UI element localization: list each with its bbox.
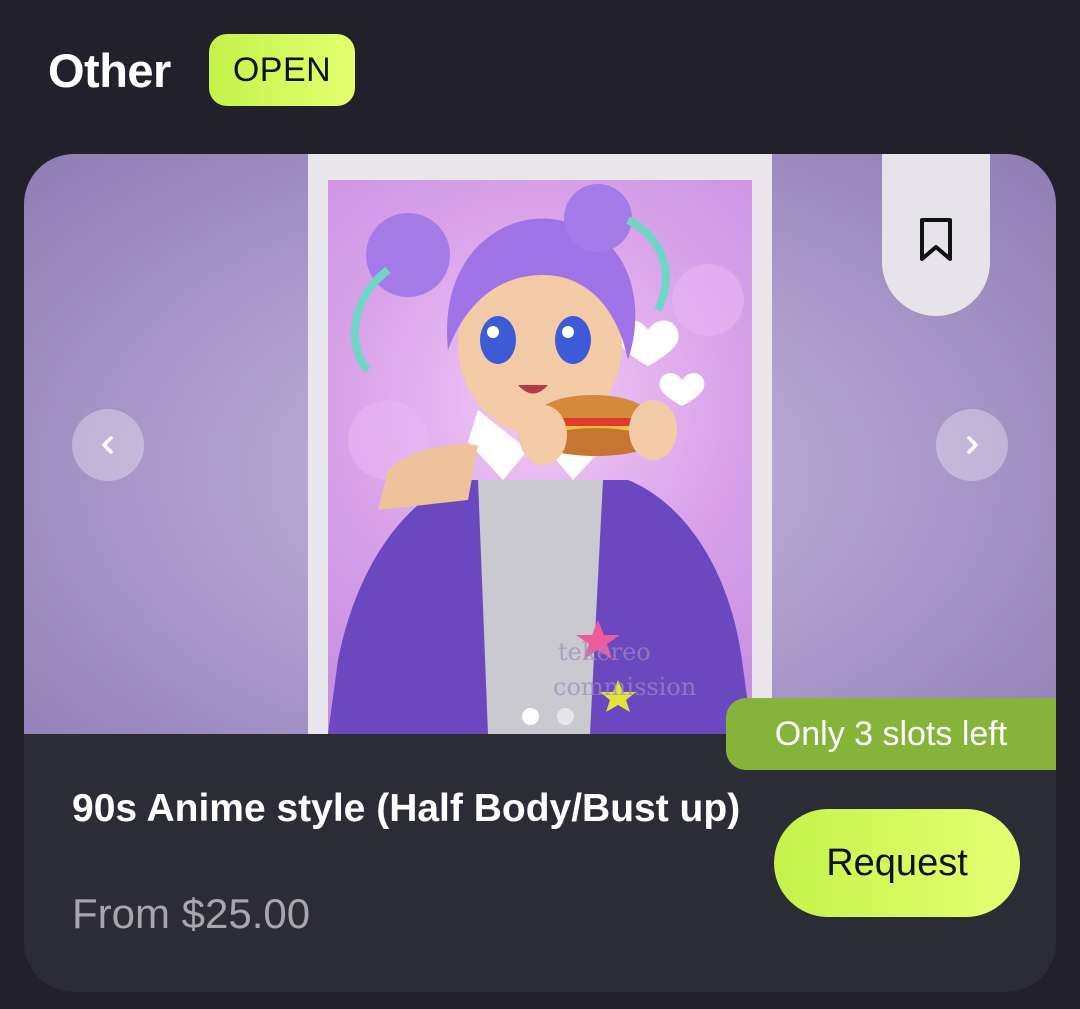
image-carousel[interactable]: tekereo commission: [24, 154, 1056, 734]
bookmark-button[interactable]: [882, 154, 990, 316]
artwork-image[interactable]: tekereo commission: [328, 180, 752, 734]
chevron-right-icon: [967, 436, 978, 454]
request-button[interactable]: Request: [774, 809, 1020, 917]
section-title: Other: [48, 43, 171, 97]
bookmark-icon: [920, 218, 952, 261]
section-header: Other OPEN: [48, 34, 356, 106]
commission-card[interactable]: tekereo commission Only 3 slots left 90s…: [24, 154, 1056, 992]
slots-left-badge: Only 3 slots left: [726, 698, 1056, 770]
carousel-dot[interactable]: [557, 708, 574, 725]
carousel-next-button[interactable]: [936, 409, 1008, 481]
carousel-dots: [522, 708, 574, 725]
svg-text:tekereo: tekereo: [558, 638, 651, 666]
carousel-prev-button[interactable]: [72, 409, 144, 481]
carousel-dot-active[interactable]: [522, 708, 539, 725]
commission-price: From $25.00: [72, 890, 311, 937]
artwork-illustration: tekereo commission: [328, 184, 752, 734]
svg-text:commission: commission: [553, 673, 696, 701]
commission-title: 90s Anime style (Half Body/Bust up): [72, 787, 741, 830]
artwork-frame: tekereo commission: [308, 154, 772, 734]
status-badge: OPEN: [208, 34, 356, 106]
chevron-left-icon: [102, 436, 113, 454]
